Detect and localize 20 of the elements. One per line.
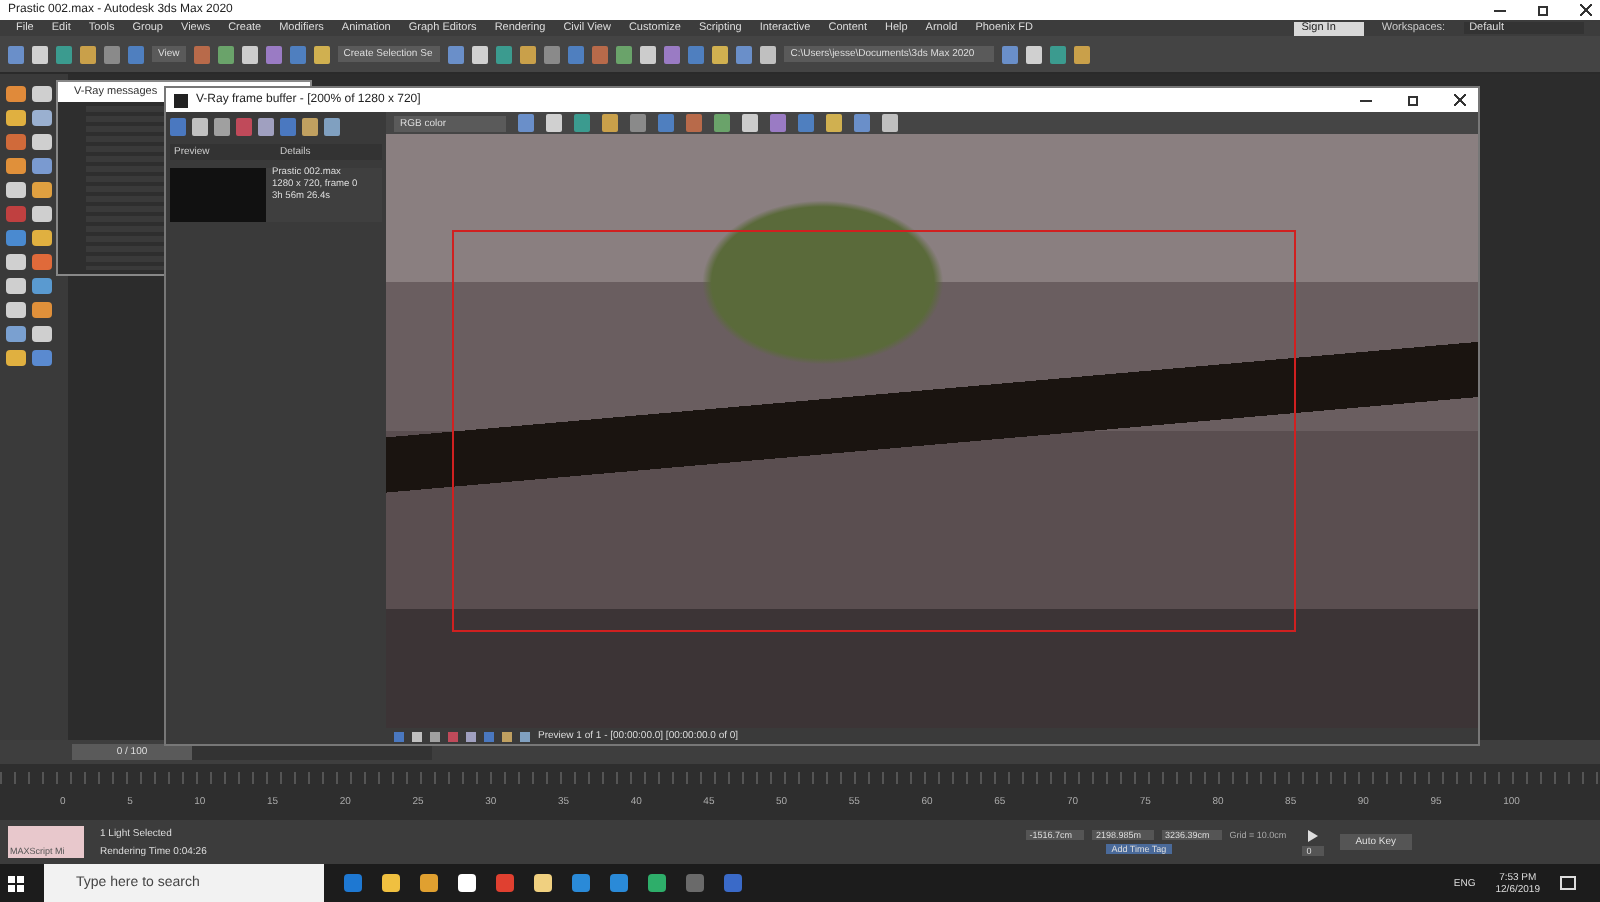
start-icon[interactable] — [8, 875, 24, 891]
taskbar-app-icon[interactable] — [420, 874, 438, 892]
close-icon[interactable] — [1580, 4, 1592, 16]
taskbar-app-icon[interactable] — [534, 874, 552, 892]
taskbar-app-icon[interactable] — [724, 874, 742, 892]
render-thumbnail — [170, 168, 266, 222]
notifications-icon[interactable] — [1560, 876, 1576, 890]
taskbar-app-icon[interactable] — [382, 874, 400, 892]
taskbar-app-icon[interactable] — [458, 874, 476, 892]
app-icon — [174, 93, 188, 107]
maximize-icon[interactable] — [1408, 95, 1418, 105]
taskbar-app-icon[interactable] — [344, 874, 362, 892]
taskbar-app-icon[interactable] — [496, 874, 514, 892]
maximize-icon[interactable] — [1538, 5, 1548, 15]
taskbar-app-icon[interactable] — [610, 874, 628, 892]
taskbar-app-icon[interactable] — [648, 874, 666, 892]
taskbar-app-icon[interactable] — [572, 874, 590, 892]
close-icon[interactable] — [1454, 94, 1466, 106]
minimize-icon[interactable] — [1360, 99, 1372, 101]
minimize-icon[interactable] — [1494, 9, 1506, 11]
